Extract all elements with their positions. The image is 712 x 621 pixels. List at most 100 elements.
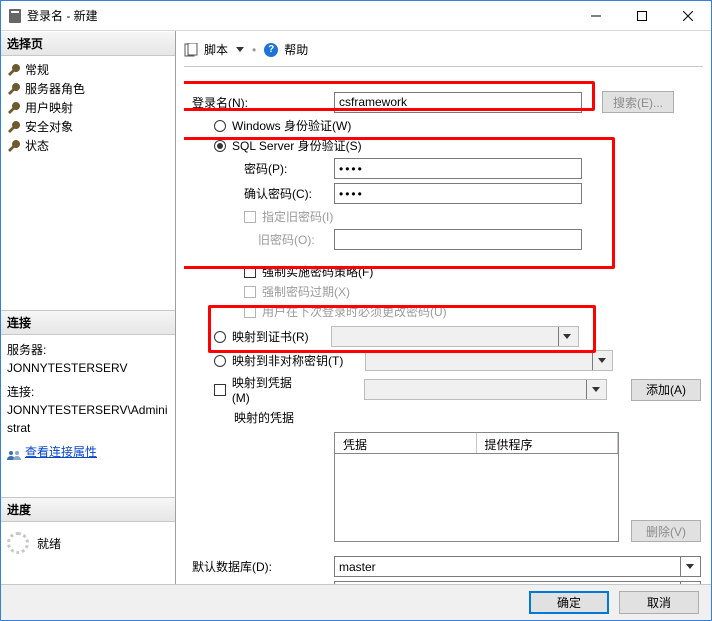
close-button[interactable] [665,1,711,30]
help-icon: ? [264,43,278,57]
wrench-icon [7,139,21,153]
radio-icon [214,331,226,343]
wrench-icon [7,63,21,77]
password-input[interactable] [334,158,582,179]
wrench-icon [7,120,21,134]
password-label: 密码(P): [186,160,334,177]
cred-table-header: 凭据 提供程序 [334,432,619,454]
toolbar: 脚本 • ? 帮助 [184,37,703,67]
wrench-icon [7,82,21,96]
people-icon [7,447,21,457]
checkbox-icon [244,306,256,318]
login-new-window: 登录名 - 新建 选择页 常规 服务器角色 用户映射 安全对象 状态 连接 服务… [0,0,712,621]
default-db-label: 默认数据库(D): [186,558,334,575]
radio-label: SQL Server 身份验证(S) [232,137,362,154]
checkbox-icon [244,266,256,278]
checkbox-map-cred[interactable]: 映射到凭据(M) 添加(A) [186,374,701,405]
spinner-icon [7,532,29,554]
checkbox-label: 强制密码过期(X) [262,283,350,300]
ok-button[interactable]: 确定 [529,591,609,614]
checkbox-enforce-policy[interactable]: 强制实施密码策略(F) [186,263,701,280]
select-page-header: 选择页 [1,31,175,56]
checkbox-icon [244,286,256,298]
progress-area: 就绪 [1,522,175,564]
wrench-icon [7,101,21,115]
nav-status[interactable]: 状态 [5,136,171,155]
confirm-password-input[interactable] [334,183,582,204]
add-button[interactable]: 添加(A) [631,379,701,401]
nav-label: 常规 [25,61,49,78]
radio-label: 映射到证书(R) [232,328,309,345]
radio-windows-auth[interactable]: Windows 身份验证(W) [186,117,701,134]
conn-label: 连接: [7,383,169,401]
combo-value: <默认> [339,583,680,584]
asym-combo [365,350,613,371]
radio-icon-checked [214,140,226,152]
checkbox-must-change: 用户在下次登录时必须更改密码(U) [186,303,701,320]
radio-map-cert[interactable]: 映射到证书(R) [186,326,701,347]
left-panel: 选择页 常规 服务器角色 用户映射 安全对象 状态 连接 服务器: JONNYT… [1,31,176,584]
nav-label: 用户映射 [25,99,73,116]
script-dropdown-icon[interactable] [236,47,244,52]
radio-icon [214,355,226,367]
progress-header: 进度 [1,497,175,522]
checkbox-enforce-expire: 强制密码过期(X) [186,283,701,300]
nav-list: 常规 服务器角色 用户映射 安全对象 状态 [1,56,175,163]
nav-user-mapping[interactable]: 用户映射 [5,98,171,117]
chevron-down-icon [592,387,600,392]
th-provider: 提供程序 [477,433,619,453]
old-password-input [334,229,582,250]
minimize-button[interactable] [573,1,619,30]
cred-combo [364,379,608,400]
server-value: JONNYTESTERSERV [7,359,169,377]
radio-map-asym[interactable]: 映射到非对称密钥(T) [186,350,701,371]
app-icon [9,9,21,23]
connection-header: 连接 [1,310,175,335]
default-lang-combo[interactable]: <默认> [334,581,701,584]
checkbox-icon [214,384,226,396]
maximize-button[interactable] [619,1,665,30]
cert-combo [331,326,579,347]
form-area: 登录名(N): 搜索(E)... Windows 身份验证(W) SQL Ser… [184,67,703,584]
nav-label: 服务器角色 [25,80,85,97]
confirm-password-label: 确认密码(C): [186,185,334,202]
chevron-down-icon [563,334,571,339]
checkbox-specify-old: 指定旧密码(I) [186,208,701,225]
search-button[interactable]: 搜索(E)... [602,91,674,113]
checkbox-label: 用户在下次登录时必须更改密码(U) [262,303,447,320]
checkbox-label: 映射到凭据(M) [232,374,309,405]
body: 选择页 常规 服务器角色 用户映射 安全对象 状态 连接 服务器: JONNYT… [1,31,711,584]
nav-label: 安全对象 [25,118,73,135]
checkbox-label: 强制实施密码策略(F) [262,263,373,280]
default-db-combo[interactable]: master [334,556,701,577]
nav-general[interactable]: 常规 [5,60,171,79]
right-panel: 脚本 • ? 帮助 登录名(N): 搜索(E)... Windows 身份验证(… [176,31,711,584]
server-label: 服务器: [7,341,169,359]
chevron-down-icon [686,564,694,569]
conn-value: JONNYTESTERSERV\Administrat [7,401,169,437]
titlebar: 登录名 - 新建 [1,1,711,31]
combo-value: master [339,560,680,574]
radio-icon [214,120,226,132]
cancel-button[interactable]: 取消 [619,591,699,614]
default-lang-label: 默认语言(G): [186,583,334,584]
remove-button[interactable]: 删除(V) [631,520,701,542]
nav-securables[interactable]: 安全对象 [5,117,171,136]
view-connection-props-link[interactable]: 查看连接属性 [25,443,97,461]
mapped-cred-label: 映射的凭据 [186,409,701,426]
checkbox-label: 指定旧密码(I) [262,208,333,225]
script-icon [184,43,198,57]
help-label[interactable]: 帮助 [284,41,308,58]
nav-server-roles[interactable]: 服务器角色 [5,79,171,98]
status-text: 就绪 [37,535,61,552]
window-title: 登录名 - 新建 [27,7,573,24]
chevron-down-icon [598,358,606,363]
checkbox-icon [244,211,256,223]
dialog-footer: 确定 取消 [1,584,711,620]
login-name-label: 登录名(N): [186,94,334,111]
old-password-label: 旧密码(O): [186,231,334,248]
login-name-input[interactable] [334,92,582,113]
cred-table-body[interactable] [334,454,619,542]
script-label[interactable]: 脚本 [204,41,228,58]
radio-sql-auth[interactable]: SQL Server 身份验证(S) [186,137,701,154]
